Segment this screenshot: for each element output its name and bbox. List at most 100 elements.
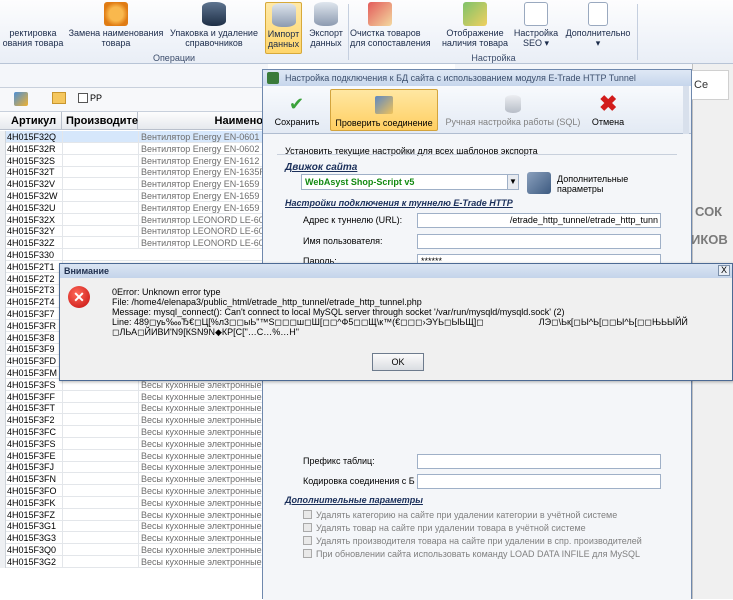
tools-icon[interactable] [527, 172, 551, 194]
extra-params-link[interactable]: Дополнительные параметры [557, 174, 628, 194]
manual-sql-button[interactable]: Ручная настройка работы (SQL) [443, 89, 583, 131]
encoding-input[interactable] [417, 474, 661, 489]
cell-name: Весы кухонные электронные LEONORD LE-400… [138, 544, 266, 556]
row-indicator [0, 225, 6, 238]
cell-sku: 4H015F2T4 [7, 297, 55, 308]
row-indicator [0, 544, 6, 556]
test-connection-button[interactable]: Проверить соединение [330, 89, 438, 131]
alert-close-button[interactable]: X [718, 265, 730, 276]
row-indicator [0, 154, 6, 167]
export-data-button[interactable]: Экспорт данных [306, 2, 346, 54]
import-data-button[interactable]: Импорт данных [265, 2, 302, 54]
app-icon [267, 72, 279, 84]
checkbox-delete-category[interactable]: Удалять категорию на сайте при удалении … [303, 510, 617, 520]
cell-sku: 4H015F32X [7, 214, 56, 225]
sort-icon[interactable] [14, 92, 28, 106]
cell-name: Весы кухонные электронные E [138, 473, 266, 486]
table-row[interactable]: 4H015F3FO Весы кухонные электронные ENGY … [0, 485, 268, 497]
checkbox-load-data-infile[interactable]: При обновлении сайта использовать команд… [303, 549, 640, 559]
cell-manufacturer [62, 520, 136, 533]
cell-manufacturer [62, 485, 136, 497]
table-row[interactable]: 4H015F32R Вентилятор Energy EN-0602 [0, 142, 268, 155]
pack-delete-refs-button[interactable]: Упаковка и удаление справочников [166, 2, 262, 54]
url-input[interactable]: /etrade_http_tunnel/etrade_http_tunn [417, 213, 661, 228]
table-row[interactable]: 4H015F3FF Весы кухонные электронные E [0, 390, 268, 403]
table-row[interactable]: 4H015F3G2 Весы кухонные электронные LEONO… [0, 555, 268, 568]
cancel-button[interactable]: ✖ Отмена [587, 89, 629, 131]
cell-manufacturer [62, 402, 136, 415]
table-row[interactable]: 4H015F32T Вентилятор Energy EN-1635R [0, 166, 268, 179]
seo-icon [524, 2, 548, 26]
table-row[interactable]: 4H015F32W Вентилятор Energy EN-1659 че [0, 190, 268, 202]
toolbar-overflow[interactable] [683, 86, 689, 134]
table-row[interactable]: 4H015F3FT Весы кухонные электронные E [0, 402, 268, 415]
checkbox-delete-product[interactable]: Удалять товар на сайте при удалении това… [303, 523, 586, 533]
seo-settings-button[interactable]: Настройка SEO ▾ [512, 2, 560, 54]
cell-sku: 4H015F32Z [7, 238, 55, 249]
close-icon: ✖ [599, 91, 618, 116]
cell-sku: 4H015F3F7 [7, 309, 55, 319]
column-header-name[interactable]: Наимено [138, 112, 268, 130]
row-indicator [0, 166, 6, 179]
table-row[interactable]: 4H015F32S Вентилятор Energy EN-1612 [0, 154, 268, 167]
row-indicator [0, 485, 6, 497]
row-indicator [0, 343, 6, 356]
table-row[interactable]: 4H015F32Q Вентилятор Energy EN-0601 [0, 131, 268, 143]
checkbox-delete-manufacturer[interactable]: Удалять производителя товара на сайте пр… [303, 536, 642, 546]
error-icon: ✕ [68, 286, 90, 308]
ok-button[interactable]: OK [372, 353, 424, 371]
save-button[interactable]: ✔ Сохранить [267, 89, 327, 131]
cell-manufacturer [62, 237, 136, 250]
table-row[interactable]: 4H015F3FZ Весы кухонные электронные LEONO… [0, 508, 268, 521]
table-row[interactable]: 4H015F3G1 Весы кухонные электронные LEONO… [0, 520, 268, 533]
cell-manufacturer [62, 190, 136, 202]
table-row[interactable]: 4H015F3FE Весы кухонные электронные E [0, 449, 268, 462]
column-header-sku[interactable]: Артикул [7, 112, 62, 130]
extra-menu-button[interactable]: Дополнительно ▾ [562, 2, 634, 54]
table-row[interactable]: 4H015F3FC Весы кухонные электронные E [0, 426, 268, 438]
row-indicator [0, 508, 6, 521]
table-row[interactable]: 4H015F32Y Вентилятор LEONORD LE-6002 [0, 225, 268, 238]
username-input[interactable] [417, 234, 661, 249]
table-row[interactable]: 4H015F32U Вентилятор Energy EN-1659 че [0, 201, 268, 214]
row-indicator [0, 237, 6, 250]
table-row[interactable]: 4H015F330 [0, 249, 268, 261]
cell-name: Весы кухонные электронные E [138, 402, 266, 415]
cell-name: Весы кухонные электронные LEONORD LE-400… [138, 532, 266, 545]
cell-sku: 4H015F3Q0 [7, 545, 57, 555]
cell-manufacturer [62, 213, 136, 226]
chevron-down-icon[interactable]: ▼ [507, 175, 518, 189]
prefix-input[interactable] [417, 454, 661, 469]
show-availability-button[interactable]: Отображение наличия товара [440, 2, 510, 54]
rename-product-button[interactable]: Замена наименования товара [68, 2, 164, 54]
cell-name: Вентилятор Energy EN-0601 [138, 131, 266, 143]
edit-product-button[interactable]: ректировка ования товара [0, 2, 66, 54]
row-indicator [0, 284, 6, 297]
table-row[interactable]: 4H015F3FN Весы кухонные электронные E [0, 473, 268, 486]
clear-products-button[interactable]: Очистка товаров для сопоставления [350, 2, 431, 54]
cell-sku: 4H015F3FS [7, 379, 56, 390]
cell-sku: 4H015F2T2 [7, 273, 55, 284]
alert-line-1: 0Error: Unknown error type [112, 287, 221, 297]
side-tab[interactable]: Се [689, 70, 729, 100]
table-row[interactable]: 4H015F3FJ Весы кухонные электронные E [0, 461, 268, 474]
folder-icon[interactable] [52, 92, 66, 104]
pp-checkbox[interactable] [78, 93, 88, 103]
table-row[interactable]: 4H015F3Q0 Весы кухонные электронные LEONO… [0, 544, 268, 556]
table-row[interactable]: 4H015F3FS Весы кухонные электронные E [0, 437, 268, 450]
column-header-manufacturer[interactable]: Производитель [62, 112, 152, 130]
cell-sku: 4H015F3G3 [7, 533, 57, 544]
extra-section-title: Дополнительные параметры [285, 495, 423, 505]
row-indicator [0, 367, 6, 379]
table-row[interactable]: 4H015F32X Вентилятор LEONORD LE-6001 [0, 213, 268, 226]
cell-manufacturer [62, 426, 136, 438]
row-indicator [0, 378, 6, 391]
engine-select[interactable]: WebAsyst Shop-Script v5 [301, 174, 519, 190]
table-row[interactable]: 4H015F32V Вентилятор Energy EN-1659 [0, 178, 268, 191]
prefix-label: Префикс таблиц: [303, 456, 375, 466]
table-row[interactable]: 4H015F3F2 Весы кухонные электронные E [0, 414, 268, 427]
broom-icon [368, 2, 392, 26]
table-row[interactable]: 4H015F3FK Весы кухонные электронные ENGY … [0, 496, 268, 509]
table-row[interactable]: 4H015F32Z Вентилятор LEONORD LE-6003 [0, 237, 268, 250]
table-row[interactable]: 4H015F3G3 Весы кухонные электронные LEONO… [0, 532, 268, 545]
